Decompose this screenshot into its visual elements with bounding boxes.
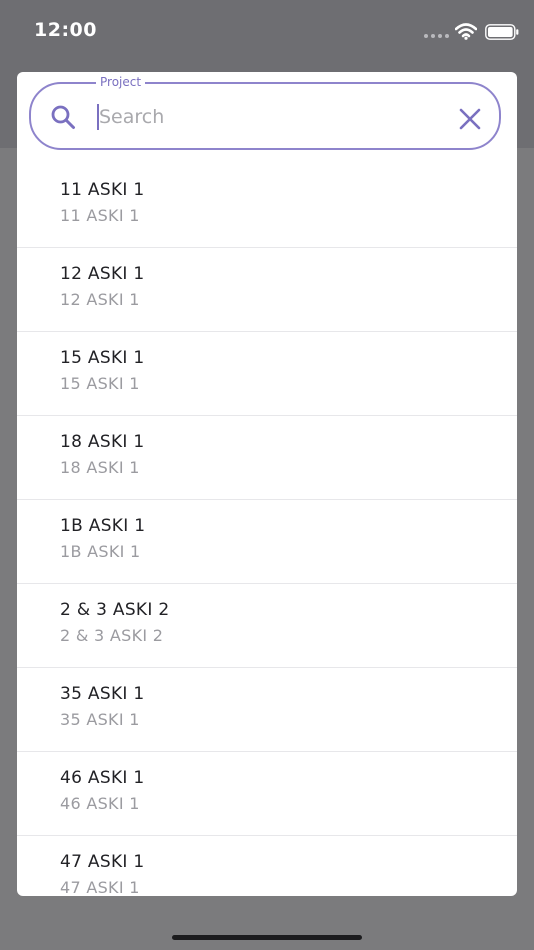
list-item[interactable]: 35 ASKI 1 35 ASKI 1 bbox=[17, 668, 517, 752]
item-subtitle: 15 ASKI 1 bbox=[60, 374, 140, 393]
search-legend: Project bbox=[96, 75, 146, 89]
item-title: 18 ASKI 1 bbox=[60, 432, 145, 452]
list-item[interactable]: 47 ASKI 1 47 ASKI 1 bbox=[17, 836, 517, 896]
item-title: 47 ASKI 1 bbox=[60, 852, 145, 872]
item-subtitle: 12 ASKI 1 bbox=[60, 290, 140, 309]
list-item[interactable]: 1B ASKI 1 1B ASKI 1 bbox=[17, 500, 517, 584]
item-title: 15 ASKI 1 bbox=[60, 348, 145, 368]
item-subtitle: 1B ASKI 1 bbox=[60, 542, 141, 561]
signal-dots-icon bbox=[424, 34, 450, 38]
battery-icon bbox=[485, 24, 519, 40]
item-subtitle: 35 ASKI 1 bbox=[60, 710, 140, 729]
item-title: 35 ASKI 1 bbox=[60, 684, 145, 704]
item-subtitle: 18 ASKI 1 bbox=[60, 458, 140, 477]
item-subtitle: 11 ASKI 1 bbox=[60, 206, 140, 225]
search-input[interactable] bbox=[99, 98, 439, 136]
list-item[interactable]: 2 & 3 ASKI 2 2 & 3 ASKI 2 bbox=[17, 584, 517, 668]
close-icon[interactable] bbox=[459, 108, 481, 130]
project-list: 11 ASKI 1 11 ASKI 1 12 ASKI 1 12 ASKI 1 … bbox=[17, 164, 517, 896]
list-item[interactable]: 18 ASKI 1 18 ASKI 1 bbox=[17, 416, 517, 500]
search-field[interactable]: Project bbox=[29, 75, 501, 150]
status-time: 12:00 bbox=[34, 19, 97, 41]
list-item[interactable]: 15 ASKI 1 15 ASKI 1 bbox=[17, 332, 517, 416]
item-title: 12 ASKI 1 bbox=[60, 264, 145, 284]
item-title: 2 & 3 ASKI 2 bbox=[60, 600, 170, 620]
search-icon bbox=[51, 105, 75, 129]
item-subtitle: 47 ASKI 1 bbox=[60, 878, 140, 896]
item-title: 11 ASKI 1 bbox=[60, 180, 145, 200]
list-item[interactable]: 46 ASKI 1 46 ASKI 1 bbox=[17, 752, 517, 836]
project-picker-modal: Project 11 ASKI 1 11 ASKI 1 12 ASKI 1 12… bbox=[17, 72, 517, 896]
status-bar: 12:00 bbox=[0, 0, 534, 64]
wifi-icon bbox=[455, 23, 477, 40]
item-title: 1B ASKI 1 bbox=[60, 516, 146, 536]
item-subtitle: 2 & 3 ASKI 2 bbox=[60, 626, 164, 645]
item-subtitle: 46 ASKI 1 bbox=[60, 794, 140, 813]
home-indicator bbox=[172, 935, 362, 940]
item-title: 46 ASKI 1 bbox=[60, 768, 145, 788]
list-item[interactable]: 11 ASKI 1 11 ASKI 1 bbox=[17, 164, 517, 248]
list-item[interactable]: 12 ASKI 1 12 ASKI 1 bbox=[17, 248, 517, 332]
